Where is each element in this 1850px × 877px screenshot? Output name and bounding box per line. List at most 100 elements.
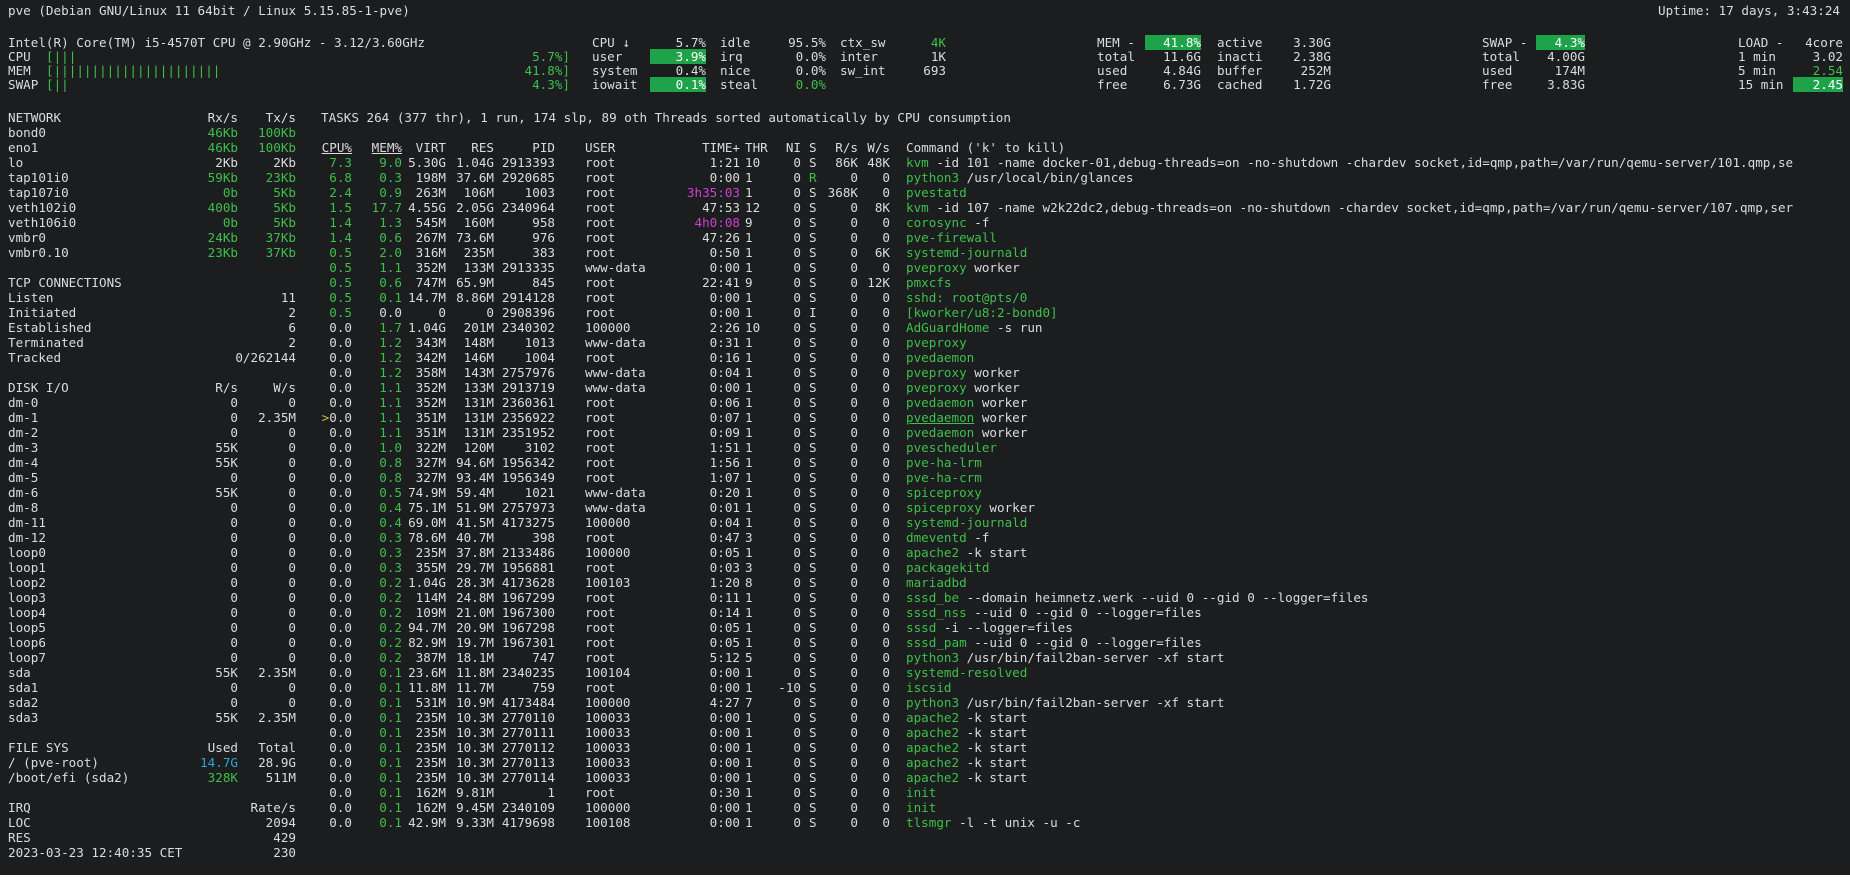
process-user: root (585, 200, 616, 215)
process-row[interactable]: 0.0 1.7 1.04G 201M 2340302 100000 2:26 10 0 S 0 0 Ad… (0, 320, 1850, 335)
process-res: 120M (463, 440, 494, 455)
process-row[interactable]: 0.0 0.2 114M 24.8M 1967299 root 0:11 1 0 S 0 0 sssd_… (0, 590, 1850, 605)
process-row[interactable]: 0.0 0.1 235M 10.3M 2770113 100033 0:00 1 0 S 0 0 apa… (0, 755, 1850, 770)
process-command: sssd -i --logger=files (906, 620, 1073, 635)
process-command-args: -k start (959, 710, 1028, 725)
process-command: pve-firewall (906, 230, 997, 245)
process-command: pveproxy worker (906, 380, 1020, 395)
process-row[interactable]: 0.0 0.1 162M 9.45M 2340109 100000 0:00 1 0 S 0 0 ini… (0, 800, 1850, 815)
process-row[interactable]: 0.0 0.3 78.6M 40.7M 398 root 0:47 3 0 S 0 0 dmeventd… (0, 530, 1850, 545)
process-row[interactable]: 0.0 0.2 387M 18.1M 747 root 5:12 5 0 S 0 0 python3 /… (0, 650, 1850, 665)
load-stat-label: 5 min (1738, 63, 1776, 78)
process-row[interactable]: 0.0 0.1 235M 10.3M 2770112 100033 0:00 1 0 S 0 0 apa… (0, 740, 1850, 755)
process-row[interactable]: 0.0 0.1 162M 9.81M 1 root 0:30 1 0 S 0 0 init (0, 785, 1850, 800)
process-row[interactable]: 0.0 0.8 327M 94.6M 1956342 root 1:56 1 0 S 0 0 pve-h… (0, 455, 1850, 470)
process-row[interactable]: 0.0 0.8 327M 93.4M 1956349 root 1:07 1 0 S 0 0 pve-h… (0, 470, 1850, 485)
process-row[interactable]: 0.0 1.1 352M 131M 2360361 root 0:06 1 0 S 0 0 pvedae… (0, 395, 1850, 410)
process-rs: 0 (850, 410, 858, 425)
process-command-args: -id 107 -name w2k22dc2,debug-threads=on … (928, 200, 1794, 215)
process-ws: 0 (882, 770, 890, 785)
process-thr: 1 (745, 785, 753, 800)
irq-label: RES (8, 830, 31, 845)
process-rs: 0 (850, 455, 858, 470)
process-command: apache2 -k start (906, 755, 1027, 770)
process-row[interactable]: 0.0 0.1 11.8M 11.7M 759 root 0:00 1 -10 S 0 0 iscsid (0, 680, 1850, 695)
process-row[interactable]: 0.0 1.1 352M 133M 2913719 www-data 0:00 1 0 S 0 0 pv… (0, 380, 1850, 395)
column-header-ws[interactable]: W/s (860, 140, 890, 155)
process-row[interactable]: 0.0 1.2 358M 143M 2757976 www-data 0:04 1 0 S 0 0 pv… (0, 365, 1850, 380)
process-row[interactable]: 0.0 0.2 94.7M 20.9M 1967298 root 0:05 1 0 S 0 0 sssd… (0, 620, 1850, 635)
process-command: python3 /usr/bin/fail2ban-server -xf sta… (906, 650, 1224, 665)
process-command-name: apache2 (906, 740, 960, 755)
process-row[interactable]: 0.0 0.1 23.6M 11.8M 2340235 100104 0:00 1 0 S 0 0 sy… (0, 665, 1850, 680)
process-row[interactable]: 0.5 2.0 316M 235M 383 root 0:50 1 0 S 0 6K systemd-j… (0, 245, 1850, 260)
process-cpu: >0.0 (300, 410, 352, 425)
column-header-virt[interactable]: VIRT (392, 140, 446, 155)
process-row[interactable]: 0.0 0.2 82.9M 19.7M 1967301 root 0:05 1 0 S 0 0 sssd… (0, 635, 1850, 650)
process-row[interactable]: 1.5 17.7 4.55G 2.05G 2340964 root 47:53 12 0 S 0 8K… (0, 200, 1850, 215)
process-row[interactable]: 0.0 0.1 531M 10.9M 4173484 100000 4:27 7 0 S 0 0 pyt… (0, 695, 1850, 710)
column-header-s[interactable]: S (809, 140, 817, 155)
process-command-args: worker (974, 395, 1028, 410)
column-header-time[interactable]: TIME+ (680, 140, 740, 155)
process-row[interactable]: 7.3 9.0 5.30G 1.04G 2913393 root 1:21 10 0 S 86K 48… (0, 155, 1850, 170)
process-rs: 0 (850, 755, 858, 770)
process-command-args: --uid 0 --gid 0 --logger=files (966, 635, 1202, 650)
process-res: 21.0M (456, 605, 494, 620)
process-row[interactable]: 1.4 1.3 545M 160M 958 root 4h0:08 9 0 S 0 0 corosync… (0, 215, 1850, 230)
process-row[interactable]: 0.0 0.4 69.0M 41.5M 4173275 100000 0:04 1 0 S 0 0 sy… (0, 515, 1850, 530)
process-command-name: apache2 (906, 725, 960, 740)
process-row[interactable]: 0.0 0.5 74.9M 59.4M 1021 www-data 0:20 1 0 S 0 0 spi… (0, 485, 1850, 500)
process-row[interactable]: 0.0 1.2 343M 148M 1013 www-data 0:31 1 0 S 0 0 pvepr… (0, 335, 1850, 350)
column-header-ni[interactable]: NI (765, 140, 801, 155)
process-row[interactable]: 0.0 0.3 235M 37.8M 2133486 100000 0:05 1 0 S 0 0 apa… (0, 545, 1850, 560)
process-row[interactable]: 0.0 0.1 42.9M 9.33M 4179698 100108 0:00 1 0 S 0 0 tl… (0, 815, 1850, 830)
column-header-user[interactable]: USER (585, 140, 615, 155)
process-row[interactable]: 0.5 0.0 0 0 2908396 root 0:00 1 0 I 0 0 [kworker/u8:… (0, 305, 1850, 320)
process-row[interactable]: 0.0 0.3 355M 29.7M 1956881 root 0:03 3 0 S 0 0 packa… (0, 560, 1850, 575)
process-row[interactable]: 0.0 0.1 235M 10.3M 2770111 100033 0:00 1 0 S 0 0 apa… (0, 725, 1850, 740)
process-row[interactable]: 0.0 0.2 1.04G 28.3M 4173628 100103 1:20 8 0 S 0 0 ma… (0, 575, 1850, 590)
process-pid: 2133486 (501, 545, 555, 560)
process-ws: 0 (882, 170, 890, 185)
process-pid: 2340964 (501, 200, 555, 215)
process-user: root (585, 680, 616, 695)
process-row[interactable]: 0.5 0.1 14.7M 8.86M 2914128 root 0:00 1 0 S 0 0 sshd… (0, 290, 1850, 305)
process-row[interactable]: 1.4 0.6 267M 73.6M 976 root 47:26 1 0 S 0 0 pve-fire… (0, 230, 1850, 245)
process-cpu: 0.0 (329, 815, 352, 830)
process-thr: 1 (745, 260, 753, 275)
process-row[interactable]: 0.0 0.4 75.1M 51.9M 2757973 www-data 0:01 1 0 S 0 0… (0, 500, 1850, 515)
process-virt: 82.9M (408, 635, 446, 650)
process-time: 0:00 (709, 710, 740, 725)
process-row[interactable]: 0.5 0.6 747M 65.9M 845 root 22:41 9 0 S 0 12K pmxcfs (0, 275, 1850, 290)
process-row[interactable]: 0.0 1.0 322M 120M 3102 root 1:51 1 0 S 0 0 pveschedu… (0, 440, 1850, 455)
column-header-cpu[interactable]: CPU% (300, 140, 352, 155)
process-row[interactable]: 0.0 0.1 235M 10.3M 2770110 100033 0:00 1 0 S 0 0 apa… (0, 710, 1850, 725)
process-row[interactable]: >0.0 1.1 351M 131M 2356922 root 0:07 1 0 S 0 0 pveda… (0, 410, 1850, 425)
process-thr: 7 (745, 695, 753, 710)
process-res: 10.3M (456, 755, 494, 770)
process-row[interactable]: 0.5 1.1 352M 133M 2913335 www-data 0:00 1 0 S 0 0 pv… (0, 260, 1850, 275)
process-command: init (906, 800, 936, 815)
network-rx-value: 46Kb (207, 125, 238, 140)
process-command: iscsid (906, 680, 952, 695)
column-header-res[interactable]: RES (440, 140, 494, 155)
process-thr: 8 (745, 575, 753, 590)
process-pid: 383 (532, 245, 555, 260)
process-ni: 0 (793, 185, 801, 200)
process-row[interactable]: 0.0 0.1 235M 10.3M 2770114 100033 0:00 1 0 S 0 0 apa… (0, 770, 1850, 785)
column-header-pid[interactable]: PID (490, 140, 555, 155)
load-stats-title: LOAD - (1738, 35, 1784, 50)
process-s: S (809, 755, 817, 770)
process-row[interactable]: 0.0 1.2 342M 146M 1004 root 0:16 1 0 S 0 0 pvedaemon (0, 350, 1850, 365)
quicklook-swap-label: SWAP (8, 77, 39, 92)
process-virt: 109M (415, 605, 446, 620)
process-row[interactable]: 0.0 0.2 109M 21.0M 1967300 root 0:14 1 0 S 0 0 sssd_… (0, 605, 1850, 620)
process-row[interactable]: 2.4 0.9 263M 106M 1003 root 3h35:03 1 0 S 368K 0 pve… (0, 185, 1850, 200)
process-row[interactable]: 0.0 1.1 351M 131M 2351952 root 0:09 1 0 S 0 0 pvedae… (0, 425, 1850, 440)
process-pid: 4173484 (501, 695, 555, 710)
process-virt: 343M (415, 335, 446, 350)
process-virt: 42.9M (408, 815, 446, 830)
process-row[interactable]: 6.8 0.3 198M 37.6M 2920685 root 0:00 1 0 R 0 0 pytho… (0, 170, 1850, 185)
column-header-rs[interactable]: R/s (825, 140, 858, 155)
